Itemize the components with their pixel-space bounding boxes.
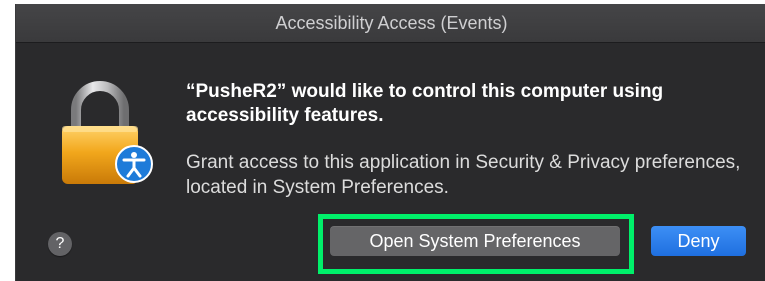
alert-title: “PusheR2” would like to control this com… — [186, 81, 664, 126]
open-system-preferences-button[interactable]: Open System Preferences — [330, 226, 620, 256]
help-button[interactable]: ? — [48, 232, 72, 256]
window-title: Accessibility Access (Events) — [16, 4, 765, 43]
alert-dialog: Accessibility Access (Events) “PusheR2” … — [15, 4, 765, 281]
deny-button[interactable]: Deny — [651, 226, 746, 256]
alert-body: Grant access to this application in Secu… — [186, 152, 741, 198]
accessibility-icon — [114, 144, 154, 184]
